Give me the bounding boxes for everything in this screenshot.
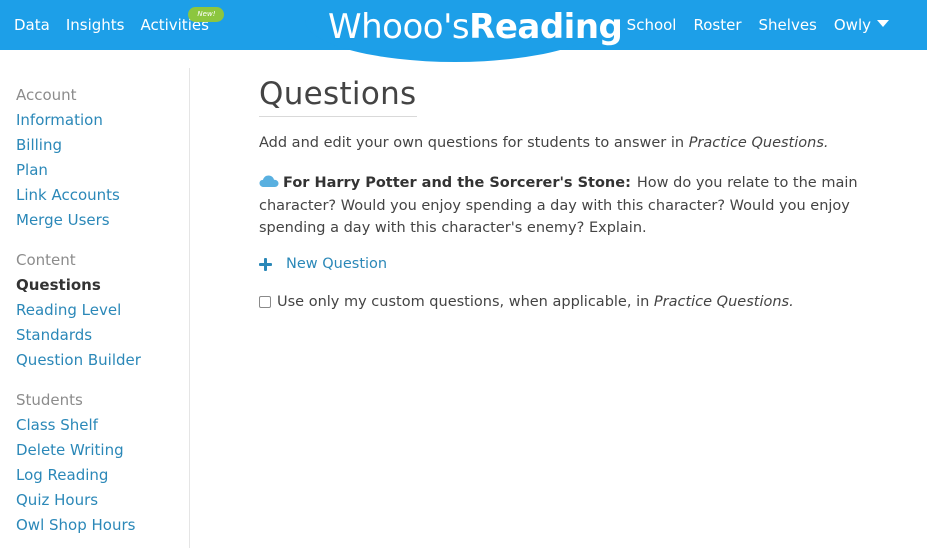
sidebar-item-merge-users[interactable]: Merge Users — [16, 208, 120, 233]
custom-questions-label-text: Use only my custom questions, when appli… — [277, 294, 654, 310]
whooos-reading-logo[interactable]: Whooo'sReading — [328, 7, 623, 47]
logo-text-thin: Whooo's — [328, 7, 470, 47]
sidebar-section-students: Students Class Shelf Delete Writing Log … — [16, 388, 135, 538]
new-question-label: New Question — [286, 256, 388, 272]
sidebar-item-quiz-hours[interactable]: Quiz Hours — [16, 488, 135, 513]
nav-left: Data Insights Activities New! — [14, 0, 225, 50]
sidebar-item-billing[interactable]: Billing — [16, 133, 120, 158]
user-name: Owly — [833, 16, 871, 34]
sidebar-section-account: Account Information Billing Plan Link Ac… — [16, 83, 120, 233]
sidebar-item-question-builder[interactable]: Question Builder — [16, 348, 141, 373]
sidebar-heading-content: Content — [16, 251, 76, 269]
nav-data[interactable]: Data — [14, 16, 50, 34]
cloud-icon — [259, 175, 279, 187]
top-nav-bar: Data Insights Activities New! Whooo'sRea… — [0, 0, 927, 62]
sidebar-item-link-accounts[interactable]: Link Accounts — [16, 183, 120, 208]
intro-text-emphasis: Practice Questions. — [688, 135, 829, 151]
sidebar-item-reading-level[interactable]: Reading Level — [16, 298, 141, 323]
page-title: Questions — [259, 76, 417, 117]
new-badge: New! — [188, 7, 225, 22]
custom-questions-option: Use only my custom questions, when appli… — [259, 294, 794, 310]
sidebar-item-information[interactable]: Information — [16, 108, 120, 133]
nav-activities[interactable]: Activities New! — [140, 7, 225, 34]
caret-down-icon — [877, 20, 889, 27]
nav-right: School Roster Shelves Owly — [627, 0, 889, 50]
sidebar-item-questions[interactable]: Questions — [16, 273, 141, 298]
sidebar-item-delete-writing[interactable]: Delete Writing — [16, 438, 135, 463]
nav-school[interactable]: School — [627, 16, 677, 34]
sidebar-heading-account: Account — [16, 86, 77, 104]
plus-icon — [259, 257, 272, 271]
user-menu[interactable]: Owly — [834, 16, 889, 34]
sidebar-item-plan[interactable]: Plan — [16, 158, 120, 183]
new-question-button[interactable]: New Question — [259, 256, 387, 272]
nav-shelves[interactable]: Shelves — [759, 16, 817, 34]
question-item[interactable]: For Harry Potter and the Sorcerer's Ston… — [259, 172, 859, 240]
sidebar-section-content: Content Questions Reading Level Standard… — [16, 248, 141, 373]
sidebar-item-owl-shop-hours[interactable]: Owl Shop Hours — [16, 513, 135, 538]
sidebar-item-log-reading[interactable]: Log Reading — [16, 463, 135, 488]
sidebar-item-class-shelf[interactable]: Class Shelf — [16, 413, 135, 438]
logo-text-bold: Reading — [469, 7, 623, 47]
nav-roster[interactable]: Roster — [693, 16, 741, 34]
settings-sidebar: Account Information Billing Plan Link Ac… — [0, 68, 190, 548]
nav-insights[interactable]: Insights — [66, 16, 125, 34]
custom-questions-label[interactable]: Use only my custom questions, when appli… — [277, 294, 794, 310]
question-book-title: For Harry Potter and the Sorcerer's Ston… — [283, 175, 631, 191]
custom-questions-checkbox[interactable] — [259, 296, 271, 308]
custom-questions-label-emphasis: Practice Questions. — [653, 294, 794, 310]
sidebar-heading-students: Students — [16, 391, 83, 409]
intro-text: Add and edit your own questions for stud… — [259, 135, 828, 151]
main-content: Questions Add and edit your own question… — [259, 76, 899, 310]
intro-text-body: Add and edit your own questions for stud… — [259, 135, 689, 151]
sidebar-item-standards[interactable]: Standards — [16, 323, 141, 348]
